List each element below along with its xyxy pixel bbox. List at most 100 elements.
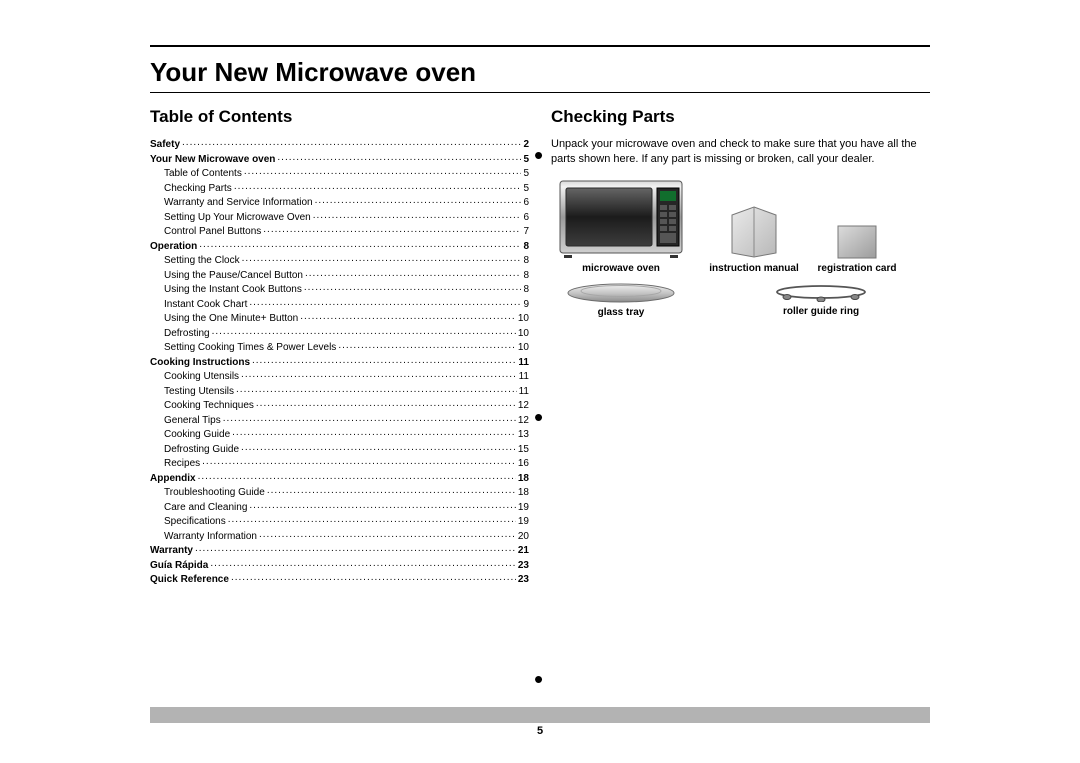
toc-entry: Setting Up Your Microwave Oven 6 xyxy=(150,210,529,225)
toc-heading: Table of Contents xyxy=(150,107,529,127)
toc-page-number: 16 xyxy=(518,458,529,471)
toc-label: Your New Microwave oven xyxy=(150,154,275,167)
column-left: Table of Contents Safety2Your New Microw… xyxy=(150,101,535,587)
toc-leader-dots xyxy=(315,195,522,205)
rule-under-title xyxy=(150,92,930,93)
toc-leader-dots xyxy=(259,529,516,539)
table-of-contents: Safety2Your New Microwave oven5Table of … xyxy=(150,137,529,587)
divider-dot: • xyxy=(534,664,543,695)
toc-leader-dots xyxy=(182,137,521,147)
document-page: Your New Microwave oven Table of Content… xyxy=(0,0,1080,763)
toc-label: Using the Instant Cook Buttons xyxy=(164,284,302,297)
page-title: Your New Microwave oven xyxy=(150,57,930,88)
toc-entry: Your New Microwave oven 5 xyxy=(150,152,529,167)
toc-leader-dots xyxy=(277,152,521,162)
checking-intro: Unpack your microwave oven and check to … xyxy=(551,137,930,167)
toc-leader-dots xyxy=(305,268,521,278)
toc-page-number: 5 xyxy=(523,183,529,196)
toc-entry: Checking Parts5 xyxy=(150,181,529,196)
toc-page-number: 18 xyxy=(518,487,529,500)
toc-leader-dots xyxy=(304,282,522,292)
toc-entry: Recipes16 xyxy=(150,456,529,471)
toc-entry: Warranty and Service Information6 xyxy=(150,195,529,210)
toc-entry: Quick Reference23 xyxy=(150,572,529,587)
part-microwave: microwave oven xyxy=(551,179,691,275)
toc-page-number: 5 xyxy=(523,154,529,167)
toc-leader-dots xyxy=(202,456,516,466)
label-card: registration card xyxy=(818,263,897,275)
toc-page-number: 10 xyxy=(518,313,529,326)
toc-leader-dots xyxy=(236,384,517,394)
toc-page-number: 13 xyxy=(518,429,529,442)
toc-leader-dots xyxy=(338,340,516,350)
label-ring: roller guide ring xyxy=(783,306,859,318)
toc-page-number: 10 xyxy=(518,328,529,341)
toc-entry: Defrosting Guide15 xyxy=(150,442,529,457)
toc-page-number: 5 xyxy=(523,168,529,181)
label-manual: instruction manual xyxy=(709,263,798,275)
toc-leader-dots xyxy=(267,485,516,495)
toc-leader-dots xyxy=(199,239,521,249)
toc-page-number: 2 xyxy=(523,139,529,152)
toc-entry: Appendix18 xyxy=(150,471,529,486)
toc-leader-dots xyxy=(198,471,516,481)
manual-icon xyxy=(726,203,782,259)
toc-label: Testing Utensils xyxy=(164,386,234,399)
toc-entry: Using the Instant Cook Buttons 8 xyxy=(150,282,529,297)
toc-label: Operation xyxy=(150,241,197,254)
toc-leader-dots xyxy=(232,427,516,437)
page-number: 5 xyxy=(0,725,1080,737)
card-icon xyxy=(837,225,877,259)
toc-page-number: 10 xyxy=(518,342,529,355)
toc-entry: Setting Cooking Times & Power Levels 10 xyxy=(150,340,529,355)
checking-heading: Checking Parts xyxy=(551,107,930,127)
toc-page-number: 8 xyxy=(523,270,529,283)
toc-leader-dots xyxy=(242,253,522,263)
toc-entry: Cooking Guide 13 xyxy=(150,427,529,442)
toc-label: Cooking Techniques xyxy=(164,400,254,413)
microwave-icon xyxy=(558,179,684,259)
toc-leader-dots xyxy=(249,500,515,510)
parts-grid: microwave oven xyxy=(551,179,930,319)
column-right: Checking Parts Unpack your microwave ove… xyxy=(545,101,930,587)
toc-page-number: 8 xyxy=(523,284,529,297)
toc-entry: Troubleshooting Guide18 xyxy=(150,485,529,500)
toc-leader-dots xyxy=(241,442,516,452)
toc-label: Setting Up Your Microwave Oven xyxy=(164,212,311,225)
toc-page-number: 21 xyxy=(518,545,529,558)
rule-top xyxy=(150,45,930,47)
toc-entry: Operation8 xyxy=(150,239,529,254)
toc-leader-dots xyxy=(249,297,521,307)
toc-label: Specifications xyxy=(164,516,226,529)
toc-label: Quick Reference xyxy=(150,574,229,587)
toc-entry: Control Panel Buttons7 xyxy=(150,224,529,239)
toc-page-number: 12 xyxy=(518,400,529,413)
toc-page-number: 19 xyxy=(518,502,529,515)
toc-label: Instant Cook Chart xyxy=(164,299,247,312)
divider-dot: • xyxy=(534,402,543,433)
toc-label: Setting the Clock xyxy=(164,255,240,268)
toc-label: Using the Pause/Cancel Button xyxy=(164,270,303,283)
toc-entry: Cooking Utensils11 xyxy=(150,369,529,384)
toc-page-number: 8 xyxy=(523,255,529,268)
toc-leader-dots xyxy=(313,210,522,220)
toc-entry: Care and Cleaning 19 xyxy=(150,500,529,515)
toc-leader-dots xyxy=(252,355,516,365)
toc-label: Setting Cooking Times & Power Levels xyxy=(164,342,336,355)
toc-label: Cooking Guide xyxy=(164,429,230,442)
toc-label: Using the One Minute+ Button xyxy=(164,313,298,326)
toc-page-number: 18 xyxy=(518,473,529,486)
toc-page-number: 6 xyxy=(523,212,529,225)
toc-entry: Instant Cook Chart9 xyxy=(150,297,529,312)
toc-label: Care and Cleaning xyxy=(164,502,247,515)
part-manual: instruction manual xyxy=(709,203,799,275)
toc-leader-dots xyxy=(263,224,521,234)
toc-leader-dots xyxy=(241,369,517,379)
label-microwave: microwave oven xyxy=(582,263,660,275)
toc-label: Safety xyxy=(150,139,180,152)
toc-label: Warranty Information xyxy=(164,531,257,544)
footer-bar xyxy=(150,707,930,723)
toc-label: Defrosting xyxy=(164,328,210,341)
toc-entry: General Tips12 xyxy=(150,413,529,428)
column-divider: • • • xyxy=(534,140,543,695)
